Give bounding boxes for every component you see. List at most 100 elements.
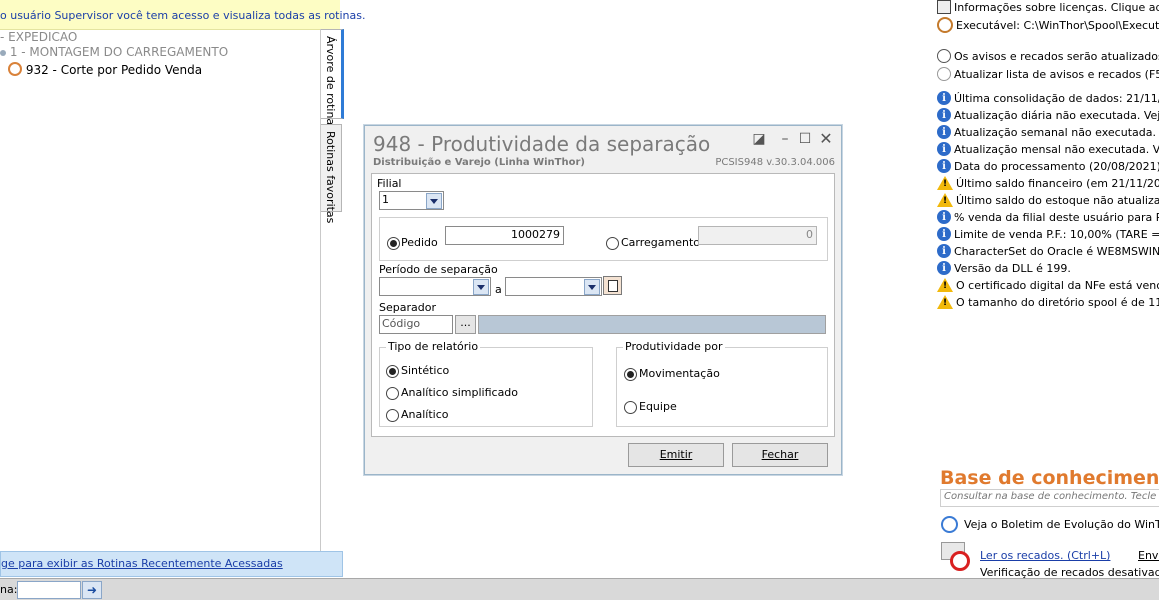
restore-icon[interactable]: ◪ <box>751 131 767 147</box>
produtividade-por-title: Produtividade por <box>623 340 725 353</box>
maximize-icon[interactable]: ☐ <box>797 131 813 147</box>
info-icon: i <box>937 261 951 275</box>
status-bar: na: ➜ <box>0 578 1159 600</box>
chevron-down-icon <box>426 193 442 209</box>
boletim-link[interactable]: Veja o Boletim de Evolução do WinThor. <box>941 516 1159 533</box>
analitico-simplificado-radio[interactable] <box>386 387 399 400</box>
warning-line[interactable]: !Último saldo do estoque não atualizado … <box>937 193 1159 207</box>
info-line[interactable]: iÚltima consolidação de dados: 21/11/201… <box>937 91 1159 105</box>
info-icon: i <box>937 227 951 241</box>
analitico-simplificado-label: Analítico simplificado <box>401 386 519 399</box>
pedido-label: Pedido <box>401 236 438 249</box>
kb-search-input[interactable]: Consultar na base de conhecimento. Tecle <box>940 489 1159 507</box>
warning-icon: ! <box>937 176 953 190</box>
tree-item-rotina-932[interactable]: 932 - Corte por Pedido Venda <box>8 62 202 77</box>
equipe-radio[interactable] <box>624 401 637 414</box>
info-line[interactable]: iLimite de venda P.F.: 10,00% (TARE = 10… <box>937 227 1159 241</box>
carregamento-input[interactable]: 0 <box>698 226 817 245</box>
info-icon: i <box>937 244 951 258</box>
info-line[interactable]: iCharacterSet do Oracle é WE8MSWIN1252 <box>937 244 1159 258</box>
sintetico-label: Sintético <box>401 364 450 377</box>
separador-codigo-input[interactable]: Código <box>379 315 453 334</box>
periodo-separator: a <box>495 283 502 296</box>
chevron-down-icon <box>584 279 600 295</box>
ler-recados-link[interactable]: Ler os recados. (Ctrl+L) <box>980 549 1110 562</box>
minimize-icon[interactable]: – <box>777 131 793 147</box>
sintetico-radio[interactable] <box>386 365 399 378</box>
info-icon: i <box>937 159 951 173</box>
calendar-icon[interactable] <box>603 276 622 295</box>
executable-line: Executável: C:\WinThor\Spool\Executavei <box>937 17 1159 33</box>
kb-title: Base de conhecimento <box>940 467 1159 489</box>
info-icon: i <box>937 125 951 139</box>
license-info-line[interactable]: Informações sobre licenças. Clique aqui … <box>937 0 1159 14</box>
recent-routines-bar[interactable]: ge para exibir as Rotinas Recentemente A… <box>0 551 343 577</box>
info-line[interactable]: i% venda da filial deste usuário para P.… <box>937 210 1159 224</box>
go-arrow-icon[interactable]: ➜ <box>82 581 102 599</box>
clock-icon <box>937 67 951 81</box>
info-icon: i <box>937 91 951 105</box>
routine-number-input[interactable] <box>17 581 81 599</box>
warning-icon: ! <box>937 295 953 309</box>
warning-icon: ! <box>937 193 953 207</box>
info-line[interactable]: i Versão da DLL é 199. <box>937 261 1071 275</box>
tipo-relatorio-group: Tipo de relatório Sintético Analítico si… <box>379 340 593 427</box>
dialog-subtitle: Distribuição e Varejo (Linha WinThor) <box>373 157 585 168</box>
supervisor-notice: o usuário Supervisor você tem acesso e v… <box>0 0 366 30</box>
warning-line[interactable]: !O certificado digital da NFe está venci… <box>937 278 1159 292</box>
periodo-inicio-select[interactable] <box>379 277 491 296</box>
produtividade-dialog: 948 - Produtividade da separação Distrib… <box>364 125 842 475</box>
filial-select[interactable]: 1 <box>379 191 444 210</box>
periodo-label: Período de separação <box>379 263 498 276</box>
tab-rotinas-favoritas[interactable]: Rotinas favoritas <box>321 124 342 223</box>
info-line[interactable]: iData do processamento (20/08/2021) dife… <box>937 159 1159 173</box>
separador-nome-field <box>478 315 826 334</box>
carregamento-label: Carregamento <box>621 236 701 249</box>
no-icon <box>937 17 953 33</box>
tree-item-montagem[interactable]: 1 - MONTAGEM DO CARREGAMENTO <box>0 45 228 59</box>
info-icon: i <box>937 210 951 224</box>
doc-icon <box>937 0 951 14</box>
carregamento-radio[interactable] <box>606 237 619 250</box>
enviar-link[interactable]: Envi <box>1138 549 1159 562</box>
warning-icon: ! <box>937 278 953 292</box>
routine-icon <box>8 62 22 76</box>
folder-icon <box>0 50 6 56</box>
separador-label: Separador <box>379 301 436 314</box>
update-avisos-link[interactable]: Atualizar lista de avisos e recados (F5) <box>937 67 1159 81</box>
pedido-input[interactable]: 1000279 <box>445 226 564 245</box>
analitico-radio[interactable] <box>386 409 399 422</box>
produtividade-por-group: Produtividade por Movimentação Equipe <box>616 340 828 427</box>
tipo-relatorio-title: Tipo de relatório <box>386 340 481 353</box>
warning-line[interactable]: !O tamanho do diretório spool é de 11,32… <box>937 295 1159 309</box>
emitir-button[interactable]: Emitir <box>628 443 724 467</box>
envelope-icon <box>941 540 971 571</box>
info-line[interactable]: iAtualização mensal não executada. Veja … <box>937 142 1159 156</box>
avisos-refresh-line: Os avisos e recados serão atualizados em… <box>937 49 1159 63</box>
pedido-radio[interactable] <box>387 237 400 250</box>
clock-icon <box>937 49 951 63</box>
verificacao-text: Verificação de recados desativada. C <box>980 566 1159 579</box>
info-icon: i <box>937 108 951 122</box>
analitico-label: Analítico <box>401 408 449 421</box>
info-line[interactable]: iAtualização semanal não executada. Veja… <box>937 125 1159 139</box>
chevron-down-icon <box>473 279 489 295</box>
info-icon: i <box>937 142 951 156</box>
dialog-form: Filial 1 Pedido 1000279 Carregamento 0 P… <box>371 173 835 437</box>
separador-browse-button[interactable]: ... <box>455 315 476 334</box>
tab-arvore-rotinas[interactable]: Árvore de rotinas <box>321 29 344 131</box>
fechar-button[interactable]: Fechar <box>732 443 828 467</box>
info-line[interactable]: iAtualização diária não executada. Veja … <box>937 108 1159 122</box>
close-icon[interactable]: ✕ <box>818 131 834 147</box>
dialog-title: 948 - Produtividade da separação <box>373 132 711 156</box>
tree-item-expedicao[interactable]: - EXPEDICAO <box>0 30 77 44</box>
refresh-icon <box>941 516 958 533</box>
movimentacao-label: Movimentação <box>639 367 720 380</box>
pedido-carregamento-group: Pedido 1000279 Carregamento 0 <box>379 217 828 261</box>
warning-line[interactable]: !Último saldo financeiro (em 21/11/2019)… <box>937 176 1159 190</box>
dialog-version: PCSIS948 v.30.3.04.006 <box>715 157 835 168</box>
periodo-fim-select[interactable] <box>505 277 602 296</box>
equipe-label: Equipe <box>639 400 677 413</box>
movimentacao-radio[interactable] <box>624 368 637 381</box>
filial-label: Filial <box>377 177 402 190</box>
